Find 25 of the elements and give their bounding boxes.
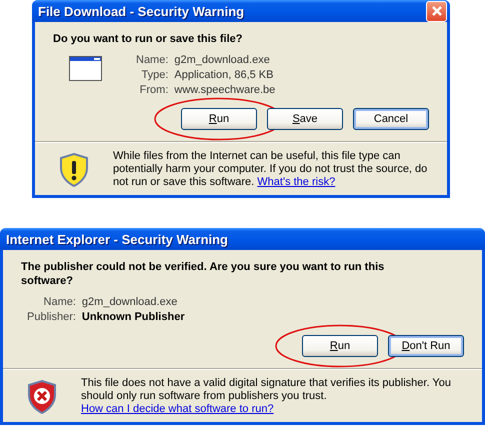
question-text: Do you want to run or save this file? bbox=[53, 32, 244, 46]
field-value: Unknown Publisher bbox=[82, 311, 185, 323]
field-label: Name: bbox=[136, 54, 168, 66]
close-icon bbox=[430, 5, 442, 17]
close-button[interactable] bbox=[426, 0, 447, 22]
field-value: www.speechware.be bbox=[174, 84, 276, 96]
window-title: File Download - Security Warning bbox=[38, 4, 244, 18]
field-label: Name: bbox=[42, 296, 76, 308]
field-label: From: bbox=[138, 84, 168, 96]
field-label: Publisher: bbox=[27, 311, 76, 323]
help-link[interactable]: What's the risk? bbox=[257, 176, 336, 188]
dialog-button[interactable]: Don't Run bbox=[388, 335, 464, 357]
dialog-button[interactable]: Cancel bbox=[353, 108, 429, 130]
warning-text: While files from the Internet can be useful, this file type can potentially harm your computer. If you do not trust the source, do not run or save this software. What's the risk? bbox=[113, 150, 428, 189]
dialog-button[interactable]: Run bbox=[181, 108, 257, 130]
window-title: Internet Explorer - Security Warning bbox=[6, 232, 228, 246]
field-value: g2m_download.exe bbox=[174, 54, 271, 66]
dialog-button[interactable]: Run bbox=[302, 335, 378, 357]
field-label: Type: bbox=[140, 69, 168, 81]
field-value: Application, 86,5 KB bbox=[174, 69, 274, 81]
warning-text: This file does not have a valid digital signature that verifies its publisher. You should only run software from publishers you trust. How can I decide what software to run? bbox=[81, 377, 452, 416]
dialog-button[interactable]: Save bbox=[267, 108, 343, 130]
question-text: The publisher could not be verified. Are you sure you want to run this software? bbox=[21, 260, 386, 288]
field-value: g2m_download.exe bbox=[82, 296, 178, 308]
help-link[interactable]: How can I decide what software to run? bbox=[81, 403, 274, 415]
